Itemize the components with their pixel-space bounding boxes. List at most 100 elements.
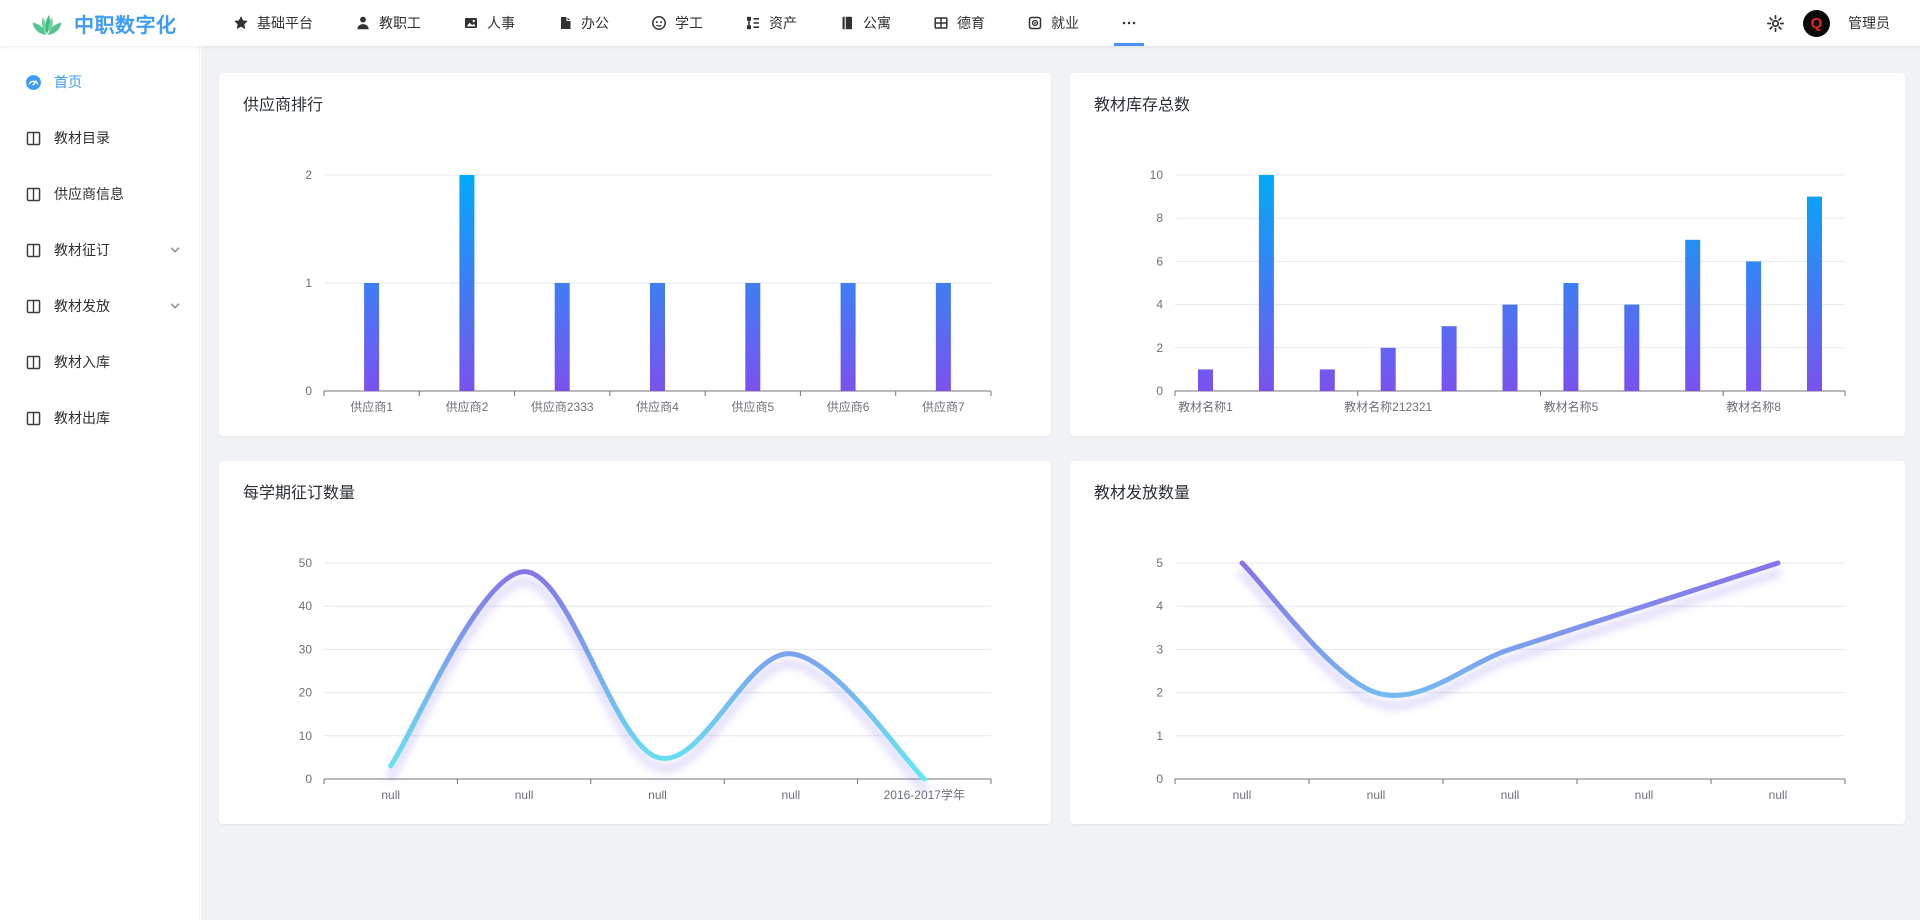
sidebar-item-label: 教材出库 [54, 408, 110, 428]
sidebar-item-textbook-subscription[interactable]: 教材征订 [0, 222, 199, 278]
svg-text:教材名称212321: 教材名称212321 [1344, 399, 1432, 414]
sidebar-item-home[interactable]: 首页 [0, 54, 199, 110]
svg-text:30: 30 [299, 642, 313, 656]
svg-text:供应商2: 供应商2 [446, 399, 489, 414]
user-name[interactable]: 管理员 [1848, 13, 1890, 33]
sidebar-item-label: 供应商信息 [54, 184, 124, 204]
svg-text:4: 4 [1156, 599, 1163, 613]
chevron-down-icon [169, 300, 181, 312]
nav-item-hr[interactable]: 人事 [442, 0, 536, 46]
svg-text:0: 0 [305, 772, 312, 786]
student-icon [651, 15, 667, 31]
nav-item-student-affairs[interactable]: 学工 [630, 0, 724, 46]
svg-text:2: 2 [1156, 341, 1163, 355]
svg-text:供应商1: 供应商1 [350, 399, 393, 414]
svg-text:50: 50 [299, 556, 313, 570]
book-icon [25, 130, 42, 147]
nav-item-basic-platform[interactable]: 基础平台 [212, 0, 334, 46]
bar-chart: 0246810教材名称1教材名称212321教材名称5教材名称8 [1070, 129, 1905, 429]
svg-text:null: null [1233, 788, 1252, 802]
svg-text:null: null [782, 788, 801, 802]
top-navbar: 中职数字化 基础平台 教职工 人事 办公 学工 资产 公寓 德育 就业 Q 管理员 [0, 0, 1920, 46]
star-icon [233, 15, 249, 31]
nav-item-label: 学工 [675, 13, 703, 33]
nav-item-staff[interactable]: 教职工 [334, 0, 442, 46]
nav-item-more[interactable] [1100, 0, 1158, 46]
nav-item-assets[interactable]: 资产 [724, 0, 818, 46]
chart-title: 每学期征订数量 [243, 479, 355, 503]
svg-text:教材名称5: 教材名称5 [1544, 399, 1599, 414]
svg-text:0: 0 [305, 384, 312, 398]
svg-text:null: null [515, 788, 534, 802]
svg-text:3: 3 [1156, 642, 1163, 656]
svg-text:6: 6 [1156, 254, 1163, 268]
nav-item-label: 公寓 [863, 13, 891, 33]
nav-item-label: 办公 [581, 13, 609, 33]
bar-chart: 012供应商1供应商2供应商2333供应商4供应商5供应商6供应商7 [219, 129, 1051, 429]
hr-icon [463, 15, 479, 31]
nav-item-employment[interactable]: 就业 [1006, 0, 1100, 46]
nav-item-label: 教职工 [379, 13, 421, 33]
avatar[interactable]: Q [1803, 10, 1830, 37]
svg-text:供应商7: 供应商7 [922, 399, 965, 414]
svg-text:5: 5 [1156, 556, 1163, 570]
svg-text:10: 10 [1150, 168, 1164, 182]
svg-text:1: 1 [1156, 729, 1163, 743]
gear-icon[interactable] [1766, 14, 1785, 33]
svg-text:8: 8 [1156, 211, 1163, 225]
sidebar-item-label: 教材入库 [54, 352, 110, 372]
sidebar: 首页教材目录供应商信息教材征订教材发放教材入库教材出库 [0, 46, 200, 920]
chart-title: 教材发放数量 [1094, 479, 1190, 503]
svg-text:20: 20 [299, 686, 313, 700]
nav-item-label: 基础平台 [257, 13, 313, 33]
svg-text:供应商5: 供应商5 [731, 399, 774, 414]
apartment-icon [839, 15, 855, 31]
book-icon [25, 298, 42, 315]
sidebar-item-textbook-catalog[interactable]: 教材目录 [0, 110, 199, 166]
svg-text:10: 10 [299, 729, 313, 743]
asset-icon [745, 15, 761, 31]
chart-card-1: 供应商排行012供应商1供应商2供应商2333供应商4供应商5供应商6供应商7 [219, 73, 1051, 436]
dashboard-icon [25, 74, 42, 91]
line-chart: 01020304050nullnullnullnull2016-2017学年 [219, 517, 1051, 817]
topnav-right: Q 管理员 [1766, 10, 1920, 37]
svg-text:1: 1 [305, 276, 312, 290]
svg-text:4: 4 [1156, 298, 1163, 312]
moral-icon [933, 15, 949, 31]
sidebar-item-textbook-outbound[interactable]: 教材出库 [0, 390, 199, 446]
chart-title: 教材库存总数 [1094, 91, 1190, 115]
sidebar-item-supplier-info[interactable]: 供应商信息 [0, 166, 199, 222]
nav-item-moral-education[interactable]: 德育 [912, 0, 1006, 46]
nav-item-apartment[interactable]: 公寓 [818, 0, 912, 46]
chart-title: 供应商排行 [243, 91, 323, 115]
main-content: 供应商排行 0 1 2 供应商1 供应商2 供应商2333 供应商4 供应商5 供应商6 供应商7 教… [201, 46, 1920, 920]
more-icon [1121, 15, 1137, 31]
sidebar-item-label: 教材发放 [54, 296, 110, 316]
sidebar-item-label: 首页 [54, 72, 82, 92]
svg-text:教材名称1: 教材名称1 [1178, 399, 1233, 414]
book-icon [25, 242, 42, 259]
chart-card-3: 每学期征订数量01020304050nullnullnullnull2016-2… [219, 461, 1051, 824]
sidebar-item-textbook-distribution[interactable]: 教材发放 [0, 278, 199, 334]
app-title: 中职数字化 [74, 9, 177, 38]
employment-icon [1027, 15, 1043, 31]
svg-text:null: null [1635, 788, 1654, 802]
svg-text:40: 40 [299, 599, 313, 613]
brand: 中职数字化 [0, 9, 212, 38]
sidebar-item-label: 教材征订 [54, 240, 110, 260]
chart-card-4: 教材发放数量012345nullnullnullnullnull [1070, 461, 1905, 824]
nav-item-office[interactable]: 办公 [536, 0, 630, 46]
svg-text:供应商4: 供应商4 [636, 399, 679, 414]
nav-item-label: 人事 [487, 13, 515, 33]
dashboard-cards: 供应商排行 0 1 2 供应商1 供应商2 供应商2333 供应商4 供应商5 供应商6 供应商7 教… [219, 73, 1905, 824]
nav-item-label: 德育 [957, 13, 985, 33]
svg-text:null: null [1501, 788, 1520, 802]
sidebar-item-textbook-inbound[interactable]: 教材入库 [0, 334, 199, 390]
svg-text:0: 0 [1156, 384, 1163, 398]
svg-text:供应商6: 供应商6 [827, 399, 870, 414]
nav-item-label: 就业 [1051, 13, 1079, 33]
svg-text:供应商2333: 供应商2333 [531, 399, 594, 414]
nav-item-label: 资产 [769, 13, 797, 33]
svg-text:null: null [1367, 788, 1386, 802]
book-icon [25, 186, 42, 203]
